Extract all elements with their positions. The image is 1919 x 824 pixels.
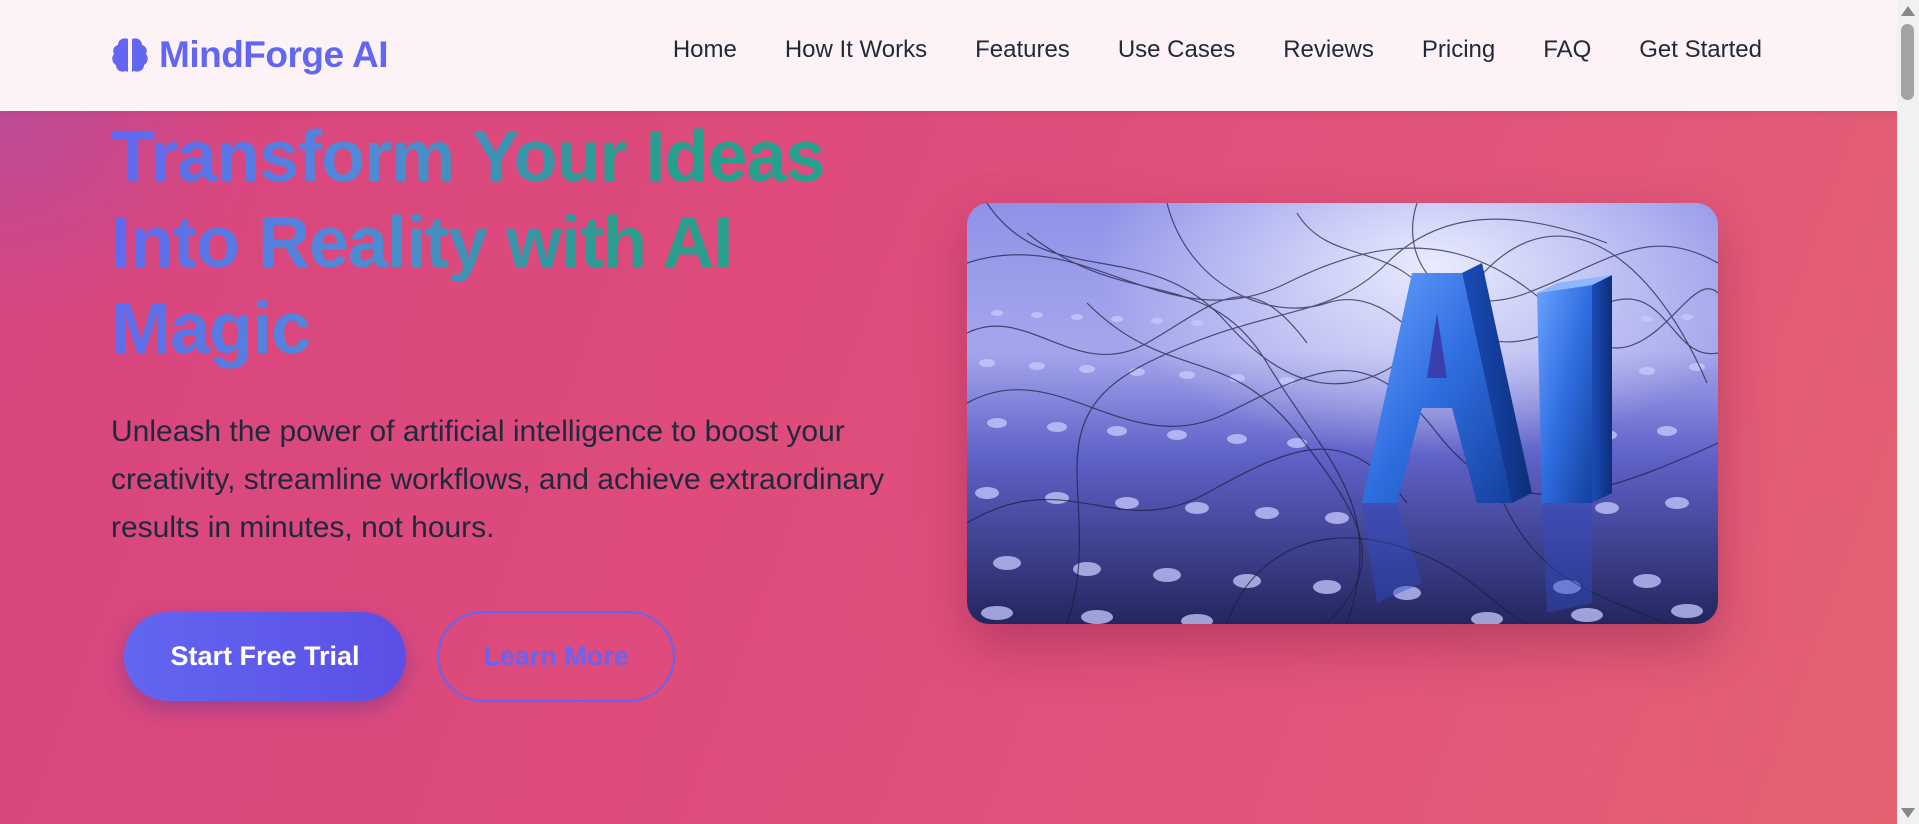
nav-link-reviews[interactable]: Reviews [1283, 36, 1374, 64]
nav-link-pricing[interactable]: Pricing [1422, 36, 1495, 64]
brain-icon [112, 38, 148, 72]
page: MindForge AI Home How It Works Features … [0, 0, 1897, 824]
scroll-down-arrow-icon[interactable] [1901, 808, 1915, 818]
nav-link-use-cases[interactable]: Use Cases [1118, 36, 1235, 64]
nav-link-home[interactable]: Home [673, 36, 737, 64]
nav-link-how-it-works[interactable]: How It Works [785, 36, 927, 64]
brand-logo[interactable]: MindForge AI [111, 31, 389, 79]
scroll-up-arrow-icon[interactable] [1901, 6, 1915, 16]
nav-link-get-started[interactable]: Get Started [1639, 36, 1762, 64]
hero-headline: Transform Your Ideas Into Reality with A… [111, 114, 931, 372]
nav-link-faq[interactable]: FAQ [1543, 36, 1591, 64]
learn-more-button[interactable]: Learn More [437, 611, 675, 702]
scrollbar[interactable] [1897, 0, 1919, 824]
nav-links: Home How It Works Features Use Cases Rev… [673, 36, 1762, 64]
ai-illustration [967, 203, 1718, 624]
scroll-thumb[interactable] [1901, 24, 1914, 100]
hero-subtitle: Unleash the power of artificial intellig… [111, 415, 885, 544]
brand-name: MindForge AI [159, 34, 389, 75]
hero-image [967, 203, 1718, 624]
navbar: MindForge AI Home How It Works Features … [0, 0, 1897, 111]
nav-link-features[interactable]: Features [975, 36, 1070, 64]
start-free-trial-button[interactable]: Start Free Trial [124, 612, 406, 701]
